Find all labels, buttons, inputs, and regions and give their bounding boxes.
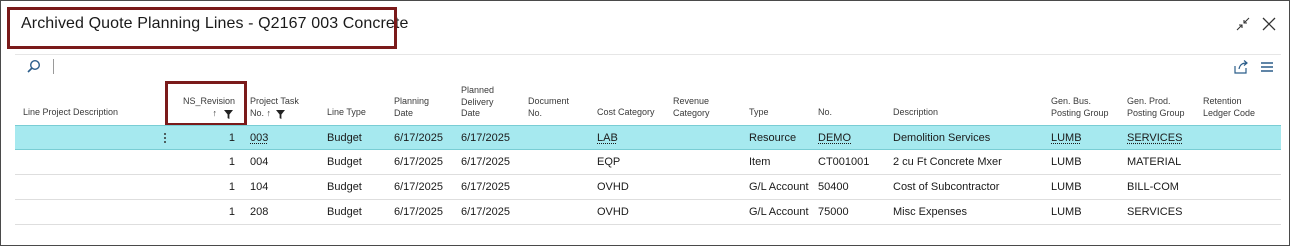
- collapse-arrows-icon[interactable]: [1233, 14, 1253, 34]
- column-header-line-type[interactable]: Line Type: [327, 107, 366, 119]
- cell-gen-prod-posting-group[interactable]: SERVICES: [1127, 200, 1182, 225]
- column-header-project-task-line1: Project Task: [250, 96, 299, 106]
- cell-project-task-no[interactable]: 104: [250, 175, 268, 200]
- column-header-project-task-line2: No.: [250, 107, 265, 118]
- cell-planned-delivery-date[interactable]: 6/17/2025: [461, 175, 510, 200]
- cell-cost-category[interactable]: OVHD: [597, 200, 629, 225]
- cell-ns-revision[interactable]: 1: [185, 150, 235, 175]
- column-header-gen-prod-posting-group[interactable]: Gen. Prod. Posting Group: [1127, 96, 1185, 119]
- column-header-project-task-no[interactable]: Project Task No. ↑: [250, 96, 320, 120]
- column-header-description[interactable]: Description: [893, 107, 938, 119]
- row-actions-menu-icon[interactable]: [162, 132, 168, 146]
- cell-line-type[interactable]: Budget: [327, 126, 362, 151]
- cell-description[interactable]: Demolition Services: [893, 126, 990, 151]
- close-icon[interactable]: [1259, 14, 1279, 34]
- cell-ns-revision[interactable]: 1: [185, 126, 235, 151]
- cell-description[interactable]: Cost of Subcontractor: [893, 175, 999, 200]
- column-header-revenue-category-line1: Revenue: [673, 96, 710, 106]
- cell-project-task-no[interactable]: 003: [250, 126, 268, 151]
- column-header-retention-line2: Ledger Code: [1203, 107, 1256, 118]
- cell-type[interactable]: Item: [749, 150, 770, 175]
- column-header-revenue-category[interactable]: Revenue Category: [673, 96, 710, 119]
- cell-description[interactable]: Misc Expenses: [893, 200, 967, 225]
- table-row[interactable]: 1 208 Budget 6/17/2025 6/17/2025 OVHD G/…: [15, 200, 1281, 225]
- share-icon[interactable]: [1233, 59, 1249, 75]
- cell-cost-category[interactable]: OVHD: [597, 175, 629, 200]
- column-list-icon[interactable]: [1259, 59, 1275, 75]
- cell-planning-date[interactable]: 6/17/2025: [394, 200, 443, 225]
- cell-planning-date[interactable]: 6/17/2025: [394, 150, 443, 175]
- cell-ns-revision[interactable]: 1: [185, 175, 235, 200]
- cell-no[interactable]: CT001001: [818, 150, 869, 175]
- cell-project-task-no[interactable]: 004: [250, 150, 268, 175]
- column-header-document-no[interactable]: Document No.: [528, 96, 569, 119]
- cell-gen-bus-posting-group[interactable]: LUMB: [1051, 200, 1082, 225]
- cell-type[interactable]: Resource: [749, 126, 796, 151]
- ns-revision-highlight-box: [165, 81, 247, 126]
- cell-planning-date[interactable]: 6/17/2025: [394, 126, 443, 151]
- cell-ns-revision[interactable]: 1: [185, 200, 235, 225]
- column-header-retention-ledger-code[interactable]: Retention Ledger Code: [1203, 96, 1255, 119]
- cell-cost-category[interactable]: EQP: [597, 150, 620, 175]
- cell-gen-prod-posting-group[interactable]: SERVICES: [1127, 126, 1182, 151]
- cell-no[interactable]: 50400: [818, 175, 849, 200]
- column-header-line-project-description[interactable]: Line Project Description: [23, 107, 118, 119]
- cell-gen-bus-posting-group[interactable]: LUMB: [1051, 126, 1082, 151]
- column-header-planned-delivery-line3: Date: [461, 108, 481, 118]
- cell-gen-bus-posting-group[interactable]: LUMB: [1051, 175, 1082, 200]
- table-row[interactable]: 1 104 Budget 6/17/2025 6/17/2025 OVHD G/…: [15, 175, 1281, 200]
- column-header-revenue-category-line2: Category: [673, 107, 710, 118]
- cell-planning-date[interactable]: 6/17/2025: [394, 175, 443, 200]
- filter-funnel-icon: [276, 109, 285, 119]
- cell-line-type[interactable]: Budget: [327, 175, 362, 200]
- cell-gen-bus-posting-group[interactable]: LUMB: [1051, 150, 1082, 175]
- project-task-sort-row: No. ↑: [250, 108, 320, 120]
- column-header-planned-delivery-line2: Delivery: [461, 96, 494, 107]
- column-header-gen-prod-line2: Posting Group: [1127, 107, 1185, 118]
- column-header-gen-bus-line2: Posting Group: [1051, 107, 1109, 118]
- column-header-cost-category[interactable]: Cost Category: [597, 107, 655, 119]
- column-header-gen-prod-line1: Gen. Prod.: [1127, 96, 1171, 106]
- column-header-planning-date-line2: Date: [394, 107, 414, 118]
- column-header-retention-line1: Retention: [1203, 96, 1242, 106]
- table-row[interactable]: 1 004 Budget 6/17/2025 6/17/2025 EQP Ite…: [15, 150, 1281, 175]
- cell-type[interactable]: G/L Account: [749, 200, 809, 225]
- archived-quote-planning-lines-page: Archived Quote Planning Lines - Q2167 00…: [0, 0, 1290, 246]
- column-header-type[interactable]: Type: [749, 107, 769, 119]
- column-header-document-no-line2: No.: [528, 107, 543, 118]
- sort-ascending-icon: ↑: [266, 107, 272, 118]
- column-header-document-no-line1: Document: [528, 96, 570, 106]
- cell-cost-category[interactable]: LAB: [597, 126, 618, 151]
- cell-planned-delivery-date[interactable]: 6/17/2025: [461, 200, 510, 225]
- cell-gen-prod-posting-group[interactable]: MATERIAL: [1127, 150, 1181, 175]
- cell-no[interactable]: 75000: [818, 200, 849, 225]
- column-header-planning-date[interactable]: Planning Date: [394, 96, 429, 119]
- toolbar-divider: [15, 54, 1281, 55]
- column-header-planned-delivery-line1: Planned: [461, 85, 495, 95]
- search-icon[interactable]: [25, 58, 43, 76]
- cell-planned-delivery-date[interactable]: 6/17/2025: [461, 150, 510, 175]
- cell-type[interactable]: G/L Account: [749, 175, 809, 200]
- column-header-gen-bus-line1: Gen. Bus.: [1051, 96, 1092, 106]
- column-header-gen-bus-posting-group[interactable]: Gen. Bus. Posting Group: [1051, 96, 1109, 119]
- cell-line-type[interactable]: Budget: [327, 200, 362, 225]
- table-row[interactable]: 1 003 Budget 6/17/2025 6/17/2025 LAB Res…: [15, 125, 1281, 150]
- column-header-no[interactable]: No.: [818, 107, 832, 119]
- cell-description[interactable]: 2 cu Ft Concrete Mxer: [893, 150, 1002, 175]
- toolbar-separator: [53, 59, 54, 74]
- cell-project-task-no[interactable]: 208: [250, 200, 268, 225]
- title-highlight-box: [7, 7, 397, 49]
- cell-no[interactable]: DEMO: [818, 126, 851, 151]
- cell-line-type[interactable]: Budget: [327, 150, 362, 175]
- column-header-planned-delivery-date[interactable]: Planned Delivery Date: [461, 85, 494, 120]
- cell-planned-delivery-date[interactable]: 6/17/2025: [461, 126, 510, 151]
- cell-gen-prod-posting-group[interactable]: BILL-COM: [1127, 175, 1179, 200]
- column-header-planning-date-line1: Planning: [394, 96, 430, 106]
